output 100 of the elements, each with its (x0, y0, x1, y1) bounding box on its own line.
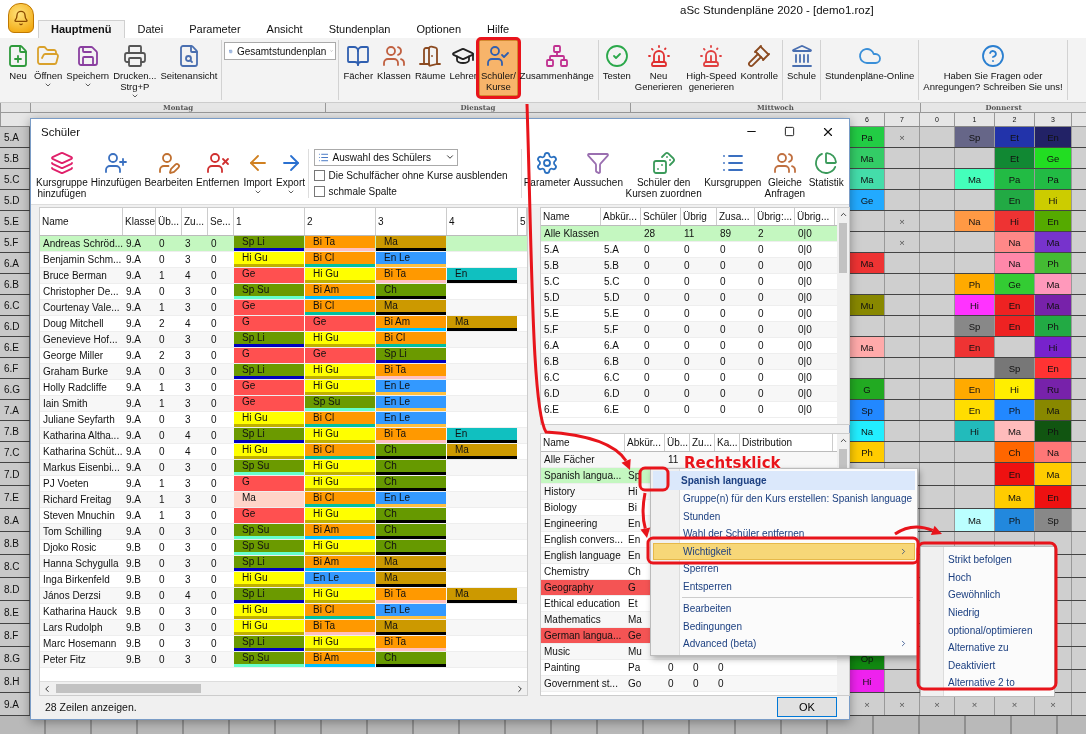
table-cell-text: 0|0 (797, 387, 813, 402)
class-label: 8.C (0, 555, 30, 577)
course-label: Bi Ta (383, 268, 408, 281)
class-label: 6.B (0, 274, 30, 294)
table-cell-text: Andreas Schröd... (42, 237, 123, 252)
lesson-cell: Hi (1035, 337, 1072, 357)
table-cell-text: 3 (184, 605, 192, 620)
table-cell-text: 5.D (543, 291, 561, 306)
class-label: 7.A (0, 400, 30, 420)
course-label: En Le (383, 492, 412, 505)
course-label: Bi Ta (383, 364, 408, 377)
lesson-cell: Ma (1035, 463, 1072, 485)
table-cell-text: En (627, 549, 642, 564)
table-cell-text: 0 (757, 291, 765, 306)
lesson-cell: En (955, 337, 995, 357)
lesson-cell: Sp (955, 316, 995, 336)
table-cell-text: 5.A (603, 243, 620, 258)
table-cell-text: 0|0 (797, 323, 813, 338)
lesson-cell: Et (995, 148, 1035, 168)
table-cell-text: 9.B (125, 573, 142, 588)
table-cell-text: 0 (692, 661, 700, 676)
class-label: 8.G (0, 647, 30, 669)
table-cell-text: Engineering (543, 517, 599, 532)
table-cell-text: 3 (184, 237, 192, 252)
table-cell-text: Chemistry (543, 565, 590, 580)
window-title: aSc Stundenpläne 2020 - [demo1.roz] (680, 4, 874, 16)
course-label: Hi Gu (241, 572, 269, 585)
table-cell-text: 0|0 (797, 355, 813, 370)
course-label: Bi Ta (312, 236, 337, 249)
course-label: Ma (383, 572, 399, 585)
table-cell-text: Markus Eisenbi... (42, 461, 121, 476)
lesson-cell: En (995, 295, 1035, 315)
lesson-cell: Hi (1035, 190, 1072, 210)
table-cell-text: 0 (210, 589, 218, 604)
table-cell-text: 1 (158, 477, 166, 492)
class-label: 6.C (0, 295, 30, 315)
course-label: Bi Am (312, 556, 341, 569)
table-cell-text: Holly Radcliffe (42, 381, 108, 396)
table-cell-text: 5.F (543, 323, 560, 338)
table-cell-text: Geography (543, 581, 595, 596)
table-cell-text: 5.A (543, 243, 560, 258)
table-cell-text: 0 (643, 259, 651, 274)
table-cell-text: 1 (158, 397, 166, 412)
course-label: En (454, 428, 469, 441)
course-label: Bi Ta (383, 636, 408, 649)
table-cell-text: 0 (210, 413, 218, 428)
course-label: Bi Ta (383, 428, 408, 441)
table-cell-text: 0 (683, 307, 691, 322)
class-label: 5.A (0, 127, 30, 147)
table-cell-text: 0|0 (797, 227, 813, 242)
menu-header: Spanish language (653, 471, 915, 490)
table-cell-text: 2 (757, 227, 765, 242)
lesson-cell: Ma (850, 253, 885, 273)
table-cell-text: 0 (210, 525, 218, 540)
table-cell-text: 3 (184, 333, 192, 348)
course-label: Sp Su (241, 284, 271, 297)
table-cell-text: Iain Smith (42, 397, 89, 412)
lesson-cell: En (995, 190, 1035, 210)
table-cell-text: 0|0 (797, 275, 813, 290)
lesson-cell: Ge (995, 274, 1035, 294)
table-cell-text: Lars Rudolph (42, 621, 104, 636)
table-cell-text: 0 (683, 291, 691, 306)
lesson-cell: Et (995, 127, 1035, 147)
table-cell-text: 0 (158, 525, 166, 540)
lesson-cell: Sp (955, 127, 995, 147)
table-cell-text: Katharina Schüt... (42, 445, 123, 460)
table-cell-text: English language (543, 549, 622, 564)
lesson-cell: En (995, 463, 1035, 485)
table-cell-text: 1 (158, 301, 166, 316)
table-cell-text: 1 (158, 381, 166, 396)
course-label: Hi Gu (241, 604, 269, 617)
course-label: Sp Li (241, 332, 266, 345)
table-cell-text: 0 (210, 365, 218, 380)
table-cell-text: 11 (683, 227, 696, 242)
course-label: Ge (241, 300, 257, 313)
lesson-cell: En (1035, 127, 1072, 147)
table-cell-text: 0 (210, 637, 218, 652)
table-cell-text: 0 (683, 275, 691, 290)
table-cell-text: 0 (210, 493, 218, 508)
table-cell-text: 0 (683, 371, 691, 386)
table-cell-text: Ch (627, 565, 642, 580)
course-label: Bi Am (383, 316, 412, 329)
course-label: Sp Su (241, 652, 271, 665)
course-label: Ge (312, 316, 328, 329)
lesson-cell: Hi (850, 670, 885, 692)
course-label: Hi Gu (312, 332, 340, 345)
table-cell-text: 3 (184, 413, 192, 428)
course-label: Ge (241, 268, 257, 281)
table-cell-text: 1 (158, 509, 166, 524)
table-cell-text: 0|0 (797, 403, 813, 418)
course-label: Bi Cl (312, 412, 336, 425)
table-cell-text: Ethical education (543, 597, 622, 612)
course-label: Hi Gu (312, 364, 340, 377)
table-cell-text: 0 (692, 677, 700, 692)
lesson-cell: En (995, 316, 1035, 336)
table-cell-text: 6.A (543, 339, 560, 354)
table-cell-text: 9.A (125, 365, 142, 380)
course-label: Hi Gu (241, 620, 269, 633)
class-label: 6.D (0, 316, 30, 336)
table-cell-text: 0 (643, 403, 651, 418)
